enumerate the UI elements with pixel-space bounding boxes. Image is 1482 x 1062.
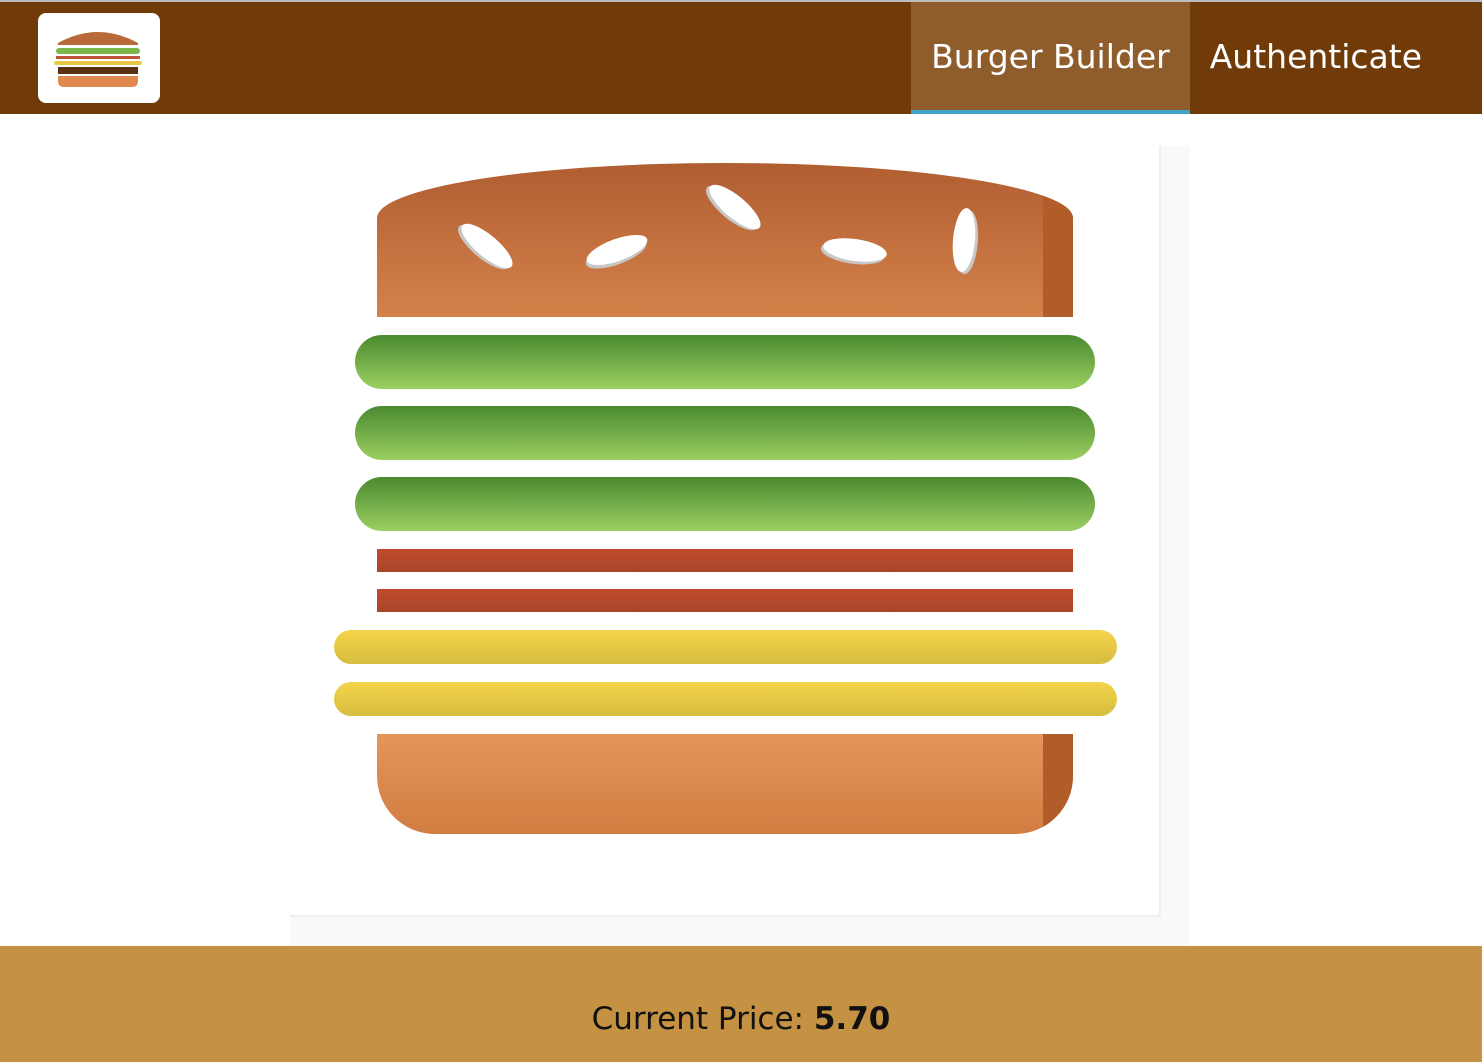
- current-price: Current Price: 5.70: [0, 1001, 1482, 1037]
- salad-layer: [355, 406, 1095, 460]
- seed: [703, 178, 767, 236]
- seed: [455, 217, 519, 275]
- build-controls: Current Price: 5.70: [0, 946, 1482, 1062]
- logo[interactable]: [38, 13, 160, 103]
- price-label: Current Price:: [591, 1001, 804, 1037]
- bread-bottom: [377, 734, 1073, 834]
- salad-layer: [355, 477, 1095, 531]
- nav-item-burger-builder[interactable]: Burger Builder: [911, 2, 1190, 114]
- cheese-layer: [334, 630, 1117, 664]
- price-value: 5.70: [813, 1001, 891, 1037]
- bread-top: [377, 163, 1073, 317]
- seed: [950, 207, 978, 273]
- cheese-layer: [334, 682, 1117, 716]
- bacon-layer: [377, 549, 1073, 572]
- toolbar: Burger Builder Authenticate: [0, 0, 1482, 114]
- navigation-items: Burger Builder Authenticate: [911, 2, 1482, 114]
- burger-preview: [290, 146, 1189, 946]
- salad-layer: [355, 335, 1095, 389]
- seed: [821, 234, 889, 266]
- bacon-layer: [377, 589, 1073, 612]
- seed: [583, 228, 651, 272]
- burger-canvas: [290, 146, 1161, 917]
- nav-item-authenticate[interactable]: Authenticate: [1190, 2, 1482, 114]
- burger-logo-icon: [54, 28, 142, 87]
